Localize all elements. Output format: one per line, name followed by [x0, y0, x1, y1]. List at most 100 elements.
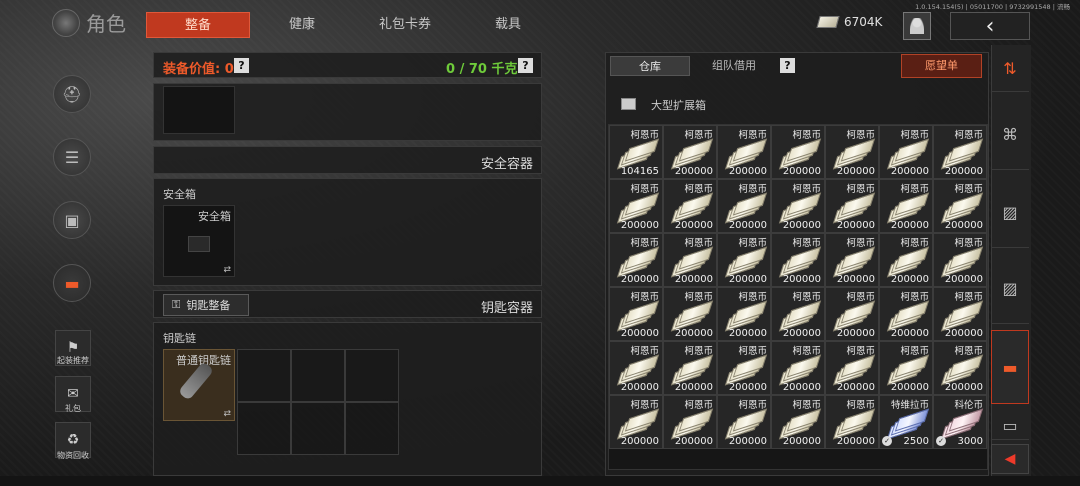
- inventory-item[interactable]: 柯恩币 200000: [663, 287, 717, 341]
- item-quantity: 200000: [728, 166, 767, 177]
- inventory-item[interactable]: 柯恩币 200000: [609, 341, 663, 395]
- inventory-item[interactable]: 柯恩币 200000: [771, 125, 825, 179]
- inventory-item[interactable]: 柯恩币 200000: [609, 395, 663, 449]
- equipment-slot[interactable]: [163, 86, 235, 134]
- inventory-item[interactable]: 柯恩币 200000: [717, 179, 771, 233]
- key-slot[interactable]: [291, 349, 345, 402]
- category-toolbox[interactable]: ▬: [991, 330, 1029, 404]
- swap-icon[interactable]: ⇄: [223, 265, 231, 275]
- inventory-item[interactable]: 柯恩币 200000: [663, 179, 717, 233]
- tab-team-borrow[interactable]: 组队借用: [698, 56, 770, 76]
- currency-stack-icon: [616, 246, 660, 278]
- key-icon: ⚿: [172, 298, 181, 311]
- inventory-item[interactable]: 柯恩币 200000: [609, 287, 663, 341]
- key-slot[interactable]: [237, 402, 291, 455]
- key-equip-button[interactable]: ⚿ 钥匙整备: [163, 294, 249, 316]
- item-name: 柯恩币: [846, 292, 875, 303]
- inventory-item[interactable]: 柯恩币 200000: [717, 233, 771, 287]
- inventory-item[interactable]: 柯恩币 200000: [771, 179, 825, 233]
- inventory-item[interactable]: 柯恩币 200000: [825, 287, 879, 341]
- inventory-item[interactable]: 柯恩币 200000: [933, 341, 987, 395]
- inventory-item[interactable]: 柯恩币 200000: [933, 125, 987, 179]
- currency-stack-icon: [724, 138, 768, 170]
- equipment-slot-area: [153, 83, 542, 141]
- inventory-item[interactable]: 特维拉币 2500 ✓: [879, 395, 933, 449]
- item-name: 柯恩币: [954, 346, 983, 357]
- backpack-slot-button[interactable]: ▣: [53, 201, 91, 239]
- inventory-item[interactable]: 柯恩币 200000: [771, 341, 825, 395]
- warehouse-help-button[interactable]: ?: [780, 58, 795, 73]
- inventory-item[interactable]: 柯恩币 200000: [663, 233, 717, 287]
- item-name: 科伦币: [954, 400, 983, 411]
- tab-warehouse[interactable]: 仓库: [610, 56, 690, 76]
- wishlist-button[interactable]: 愿望单: [901, 54, 982, 78]
- equipment-help-button[interactable]: ?: [234, 58, 249, 73]
- inventory-item[interactable]: 柯恩币 104165: [609, 125, 663, 179]
- inventory-item[interactable]: 柯恩币 200000: [771, 233, 825, 287]
- item-name: 柯恩币: [738, 184, 767, 195]
- item-grid: 柯恩币 104165 柯恩币 200000 柯恩币 200000 柯恩币 200000 柯恩币 2…: [608, 124, 988, 470]
- item-name: 柯恩币: [630, 184, 659, 195]
- item-name: 柯恩币: [792, 238, 821, 249]
- tab-vehicle[interactable]: 载具: [468, 12, 548, 38]
- back-button[interactable]: ‹: [950, 12, 1030, 40]
- category-medkit[interactable]: ⌘: [991, 100, 1029, 170]
- safe-box-slot[interactable]: 安全箱 ⇄: [163, 205, 235, 277]
- inventory-item[interactable]: 柯恩币 200000: [663, 341, 717, 395]
- inventory-item[interactable]: 柯恩币 200000: [609, 233, 663, 287]
- avatar-button[interactable]: [903, 12, 931, 40]
- inventory-item[interactable]: 柯恩币 200000: [879, 233, 933, 287]
- key-slot[interactable]: [291, 402, 345, 455]
- item-name: 柯恩币: [684, 130, 713, 141]
- keychain-slot[interactable]: 普通钥匙链 ⇄: [163, 349, 235, 421]
- inventory-item[interactable]: 柯恩币 200000: [771, 287, 825, 341]
- inventory-item[interactable]: 柯恩币 200000: [825, 341, 879, 395]
- tab-health[interactable]: 健康: [262, 12, 342, 38]
- category-box-2[interactable]: ▨: [991, 254, 1029, 324]
- sort-button[interactable]: ⇅: [991, 46, 1029, 92]
- chevron-left-icon: ‹: [985, 13, 995, 39]
- inventory-item[interactable]: 科伦币 3000 ✓: [933, 395, 987, 449]
- key-slot[interactable]: [237, 349, 291, 402]
- category-crate[interactable]: ▭: [991, 412, 1029, 440]
- inventory-item[interactable]: 柯恩币 200000: [879, 179, 933, 233]
- inventory-item[interactable]: 柯恩币 200000: [825, 233, 879, 287]
- inventory-item[interactable]: 柯恩币 200000: [717, 341, 771, 395]
- inventory-item[interactable]: 柯恩币 200000: [879, 341, 933, 395]
- swap-icon[interactable]: ⇄: [223, 409, 231, 419]
- category-box-1[interactable]: ▨: [991, 178, 1029, 248]
- tab-gift-cards[interactable]: 礼包卡券: [362, 12, 448, 38]
- inventory-item[interactable]: 柯恩币 200000: [825, 179, 879, 233]
- inventory-item[interactable]: 柯恩币 200000: [933, 233, 987, 287]
- key-slot[interactable]: [345, 402, 399, 455]
- inventory-item[interactable]: 柯恩币 200000: [825, 395, 879, 449]
- inventory-item[interactable]: 柯恩币 200000: [771, 395, 825, 449]
- tab-equip[interactable]: 整备: [146, 12, 250, 38]
- inventory-item[interactable]: 柯恩币 200000: [663, 125, 717, 179]
- money-amount: 6704K: [844, 15, 883, 29]
- inventory-item[interactable]: 柯恩币 200000: [717, 395, 771, 449]
- inventory-item[interactable]: 柯恩币 200000: [717, 125, 771, 179]
- currency-stack-icon: [940, 300, 984, 332]
- item-quantity: 200000: [782, 166, 821, 177]
- currency-stack-icon: [940, 246, 984, 278]
- item-name: 柯恩币: [630, 130, 659, 141]
- container-name: 大型扩展箱: [651, 99, 706, 112]
- inventory-item[interactable]: 柯恩币 200000: [879, 287, 933, 341]
- key-slot[interactable]: [345, 349, 399, 402]
- bound-mark-icon: ✓: [882, 436, 892, 446]
- inventory-item[interactable]: 柯恩币 200000: [825, 125, 879, 179]
- inventory-item[interactable]: 柯恩币 200000: [879, 125, 933, 179]
- collapse-button[interactable]: ◀: [991, 444, 1029, 474]
- currency-stack-icon: [832, 408, 876, 440]
- inventory-item[interactable]: 柯恩币 200000: [663, 395, 717, 449]
- inventory-item[interactable]: 柯恩币 200000: [933, 179, 987, 233]
- armor-slot-button[interactable]: ☰: [53, 138, 91, 176]
- inventory-item[interactable]: 柯恩币 200000: [717, 287, 771, 341]
- currency-stack-icon: [940, 354, 984, 386]
- container-slot-button[interactable]: ▬: [53, 264, 91, 302]
- capacity-help-button[interactable]: ?: [518, 58, 533, 73]
- helmet-slot-button[interactable]: ⛑: [53, 75, 91, 113]
- inventory-item[interactable]: 柯恩币 200000: [933, 287, 987, 341]
- inventory-item[interactable]: 柯恩币 200000: [609, 179, 663, 233]
